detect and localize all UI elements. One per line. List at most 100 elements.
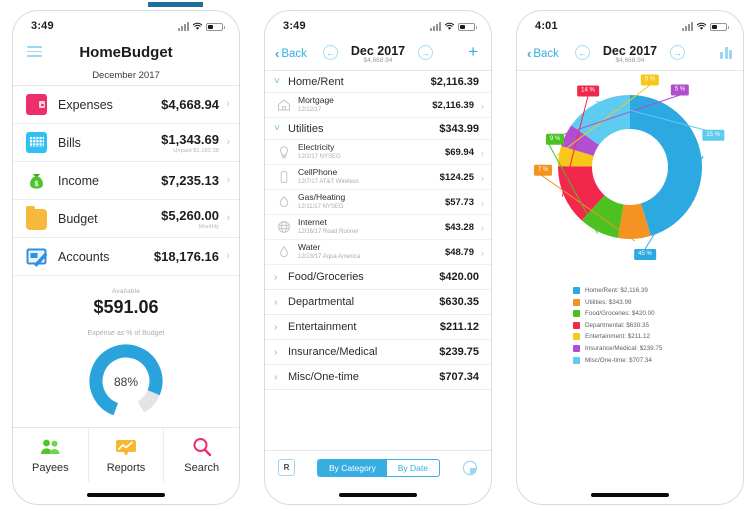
recurring-button[interactable]: R	[278, 459, 295, 476]
legend-swatch	[573, 356, 580, 364]
signal-icon	[430, 21, 441, 31]
item-amount: $69.94	[444, 146, 474, 158]
previous-month-button[interactable]: ←	[323, 45, 338, 60]
donut-percent-label: 7 %	[534, 164, 553, 176]
chevron-down-icon: ˅	[274, 76, 280, 87]
row-label: Accounts	[58, 249, 110, 264]
legend-label: Departmental: $630.35	[585, 321, 650, 329]
chevron-right-icon: ›	[226, 250, 230, 262]
chevron-right-icon: ›	[481, 248, 484, 258]
donut-percent-label: 45 %	[634, 249, 656, 260]
legend-label: Entertainment: $211.12	[585, 333, 650, 341]
chevron-down-icon: ˅	[274, 123, 280, 134]
globe-icon	[277, 220, 291, 234]
chevron-right-icon: ›	[274, 321, 278, 333]
moneybag-icon: $	[26, 170, 47, 191]
chevron-right-icon: ›	[274, 346, 278, 358]
item-name: Electricity	[298, 142, 335, 153]
group-label: Entertainment	[288, 321, 357, 333]
group-header-home-rent[interactable]: ˅ Home/Rent $2,116.39	[265, 71, 491, 93]
item-name: Internet	[298, 217, 327, 228]
tab-payees[interactable]: Payees	[13, 428, 89, 482]
search-icon	[192, 437, 212, 458]
list-item-accounts[interactable]: Accounts $18,176.16 ›	[13, 238, 239, 276]
legend-swatch	[573, 333, 580, 341]
list-item[interactable]: Electricity 12/2/17 NYSEG $69.94 ›	[265, 140, 491, 165]
summary-list: Expenses $4,668.94 › Bills $1,343.69 Unp…	[13, 86, 239, 276]
view-mode-segmented-control[interactable]: By Category By Date	[316, 458, 441, 477]
available-amount: $591.06	[93, 297, 159, 317]
legend-label: Insurance/Medical: $239.75	[585, 344, 663, 352]
segment-by-category[interactable]: By Category	[317, 459, 387, 476]
donut-percent-label: 14 %	[577, 85, 599, 96]
top-accent-bar	[148, 2, 203, 7]
list-item-budget[interactable]: Budget $5,260.00 Monthly ›	[13, 200, 239, 238]
chevron-left-icon: ‹	[275, 46, 280, 61]
previous-month-button[interactable]: ←	[575, 45, 590, 60]
list-item[interactable]: Mortgage 12/12/17 $2,116.39 ›	[265, 93, 491, 118]
item-amount: $43.28	[444, 221, 474, 233]
legend-label: Food/Groceries: $420.00	[585, 310, 655, 318]
legend-swatch	[573, 287, 580, 294]
battery-icon	[710, 22, 729, 31]
battery-icon	[206, 22, 225, 31]
bar-chart-icon[interactable]	[720, 46, 732, 59]
donut-percent-label: 5 %	[670, 84, 690, 95]
navigation-bar: ‹ Back ← Dec 2017 $4,668.94 →	[517, 37, 743, 71]
reports-icon	[115, 437, 137, 458]
list-item-income[interactable]: $ Income $7,235.13 ›	[13, 162, 239, 200]
donut-percent-label: 15 %	[702, 129, 724, 141]
home-indicator	[87, 493, 165, 497]
group-header-food-groceries[interactable]: › Food/Groceries $420.00	[265, 265, 491, 290]
group-header-misc-one-time[interactable]: › Misc/One-time $707.34	[265, 365, 491, 390]
gauge-value: 88%	[113, 375, 139, 389]
back-label: Back	[533, 47, 559, 60]
donut-percent-label: 5 %	[640, 74, 660, 85]
list-item[interactable]: CellPhone 12/7/17 AT&T Wireless $124.25 …	[265, 165, 491, 190]
group-header-insurance-medical[interactable]: › Insurance/Medical $239.75	[265, 340, 491, 365]
back-button[interactable]: ‹ Back	[275, 47, 307, 60]
legend-swatch	[573, 344, 580, 352]
item-name: Water	[298, 242, 321, 253]
gauge-label: Expense as % of Budget	[87, 330, 165, 337]
flame-icon	[277, 195, 291, 209]
legend-item: Utilities: $343.99	[573, 298, 743, 306]
list-item-bills[interactable]: Bills $1,343.69 Unpaid $1,182.38 ›	[13, 124, 239, 162]
chevron-right-icon: ›	[226, 136, 230, 148]
legend-swatch	[573, 321, 580, 329]
chevron-right-icon: ›	[226, 98, 230, 110]
item-name: CellPhone	[298, 167, 338, 178]
next-month-button[interactable]: →	[670, 45, 685, 60]
item-meta: 12/16/17 Road Runner	[298, 228, 359, 235]
hamburger-icon[interactable]	[27, 46, 42, 60]
row-amount: $1,343.69	[161, 131, 219, 147]
expense-list: ˅ Home/Rent $2,116.39 Mortgage 12/12/17 …	[265, 71, 491, 390]
group-header-entertainment[interactable]: › Entertainment $211.12	[265, 315, 491, 340]
list-item[interactable]: Internet 12/16/17 Road Runner $43.28 ›	[265, 215, 491, 240]
tab-search[interactable]: Search	[164, 428, 239, 482]
add-expense-button[interactable]: +	[468, 43, 478, 60]
wifi-icon	[696, 22, 707, 30]
group-header-utilities[interactable]: ˅ Utilities $343.99	[265, 118, 491, 140]
pie-chart-icon[interactable]	[462, 460, 478, 476]
chevron-right-icon: ›	[226, 212, 230, 224]
row-subtext: Unpaid $1,182.38	[173, 147, 219, 154]
chevron-right-icon: ›	[274, 371, 278, 383]
back-label: Back	[281, 47, 307, 60]
list-item[interactable]: Water 12/23/17 Aqua America $48.79 ›	[265, 240, 491, 265]
legend-swatch	[573, 298, 580, 306]
wifi-icon	[444, 22, 455, 30]
signal-icon	[178, 21, 189, 31]
segment-by-date[interactable]: By Date	[387, 460, 439, 476]
next-month-button[interactable]: →	[418, 45, 433, 60]
item-meta: 12/7/17 AT&T Wireless	[298, 178, 359, 185]
row-amount: $18,176.16	[153, 249, 219, 264]
group-total: $343.99	[439, 122, 479, 135]
row-label: Income	[58, 173, 99, 188]
list-item[interactable]: Gas/Heating 12/11/17 NYSEG $57.73 ›	[265, 190, 491, 215]
group-header-departmental[interactable]: › Departmental $630.35	[265, 290, 491, 315]
legend-item: Food/Groceries: $420.00	[573, 310, 743, 318]
list-item-expenses[interactable]: Expenses $4,668.94 ›	[13, 86, 239, 124]
back-button[interactable]: ‹ Back	[527, 47, 559, 60]
tab-reports[interactable]: Reports	[89, 428, 165, 482]
